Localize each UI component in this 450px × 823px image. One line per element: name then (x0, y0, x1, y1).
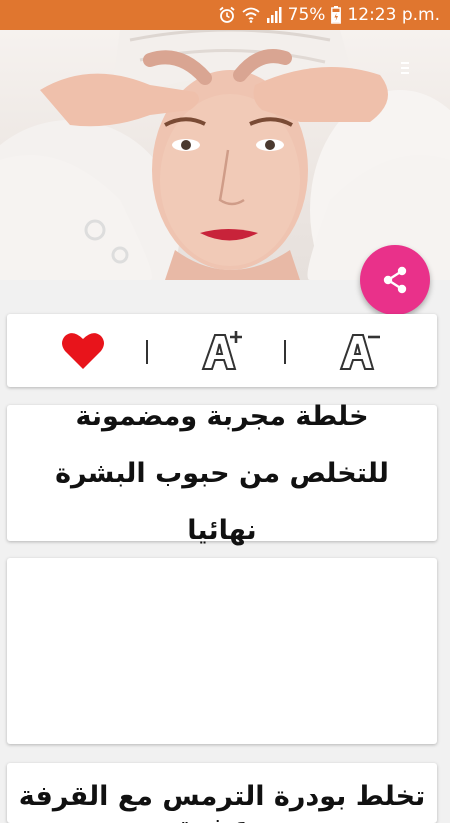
alarm-icon (218, 6, 236, 24)
font-increase-icon (201, 331, 242, 370)
font-increase-button[interactable] (192, 327, 252, 375)
font-decrease-button[interactable] (330, 327, 390, 375)
share-icon (383, 266, 407, 294)
clock-time: 12:23 p.m. (347, 5, 440, 25)
next-article-card[interactable]: تخلط بودرة الترمس مع القرفة وعشبة (7, 763, 437, 823)
battery-icon (331, 6, 342, 24)
status-bar: 75% 12:23 p.m. (0, 0, 450, 30)
signal-icon (266, 7, 282, 23)
font-decrease-icon (339, 334, 380, 370)
toolbar-divider (146, 340, 148, 364)
article-title: خلطة مجربة ومضمونة للتخلص من حبوب البشرة… (55, 400, 389, 546)
toolbar-divider (284, 340, 286, 364)
share-button[interactable] (360, 245, 430, 315)
overflow-menu-icon[interactable] (400, 60, 410, 74)
ad-placeholder-card (7, 558, 437, 744)
heart-icon (62, 333, 104, 369)
action-toolbar (7, 314, 437, 387)
next-article-title: تخلط بودرة الترمس مع القرفة وعشبة (18, 781, 426, 823)
article-title-card: خلطة مجربة ومضمونة للتخلص من حبوب البشرة… (7, 401, 437, 546)
hero-image (0, 30, 450, 280)
battery-percent: 75% (287, 5, 326, 25)
wifi-icon (242, 7, 260, 23)
favorite-button[interactable] (53, 327, 113, 375)
